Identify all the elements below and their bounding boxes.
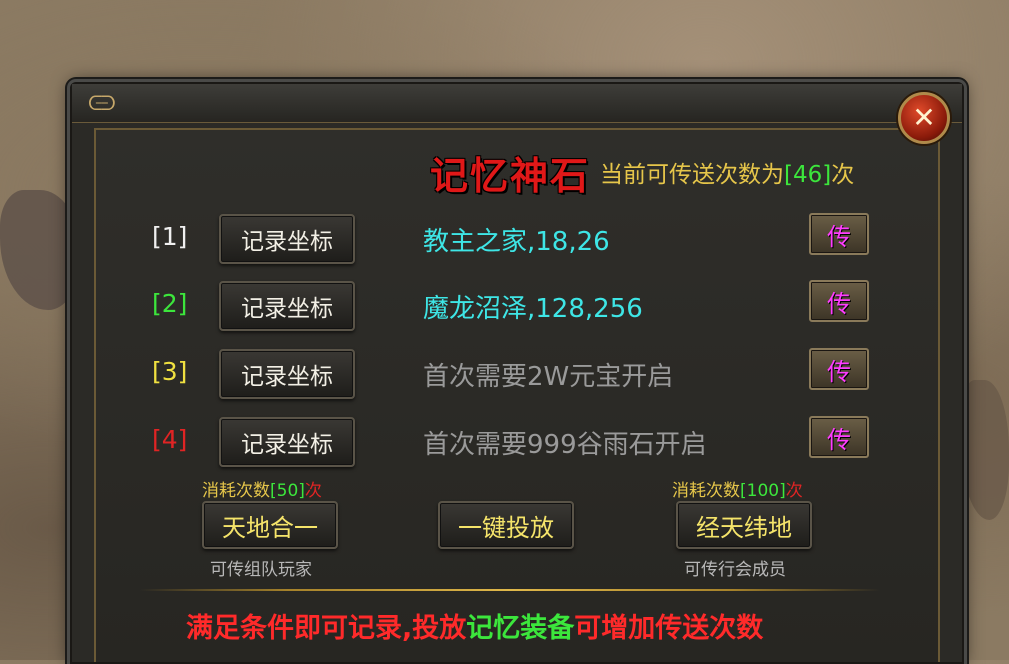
slot-index: [1] — [152, 222, 188, 251]
cost-label-left: 消耗次数[50]次 — [202, 476, 322, 501]
one-click-deploy-button[interactable]: 一键投放 — [438, 501, 574, 549]
teleport-button[interactable]: 传 — [809, 348, 869, 390]
info-suffix: 次 — [831, 162, 855, 188]
slot-index: [4] — [152, 425, 188, 454]
window-title: 记忆神石 — [430, 154, 591, 198]
cost-prefix: 消耗次数 — [202, 481, 270, 501]
close-icon: ✕ — [912, 101, 936, 134]
cost-suffix: 次 — [304, 481, 322, 501]
cost-label-right: 消耗次数[100]次 — [672, 476, 803, 501]
cost-number: [100] — [740, 481, 786, 501]
cost-suffix: 次 — [785, 481, 803, 501]
teleport-count: [46] — [784, 162, 832, 188]
slot-location: 首次需要2W元宝开启 — [423, 362, 674, 392]
record-coordinate-button[interactable]: 记录坐标 — [219, 281, 355, 331]
cost-number: [50] — [270, 481, 305, 501]
slot-location: 首次需要999谷雨石开启 — [423, 430, 707, 460]
background-rock — [960, 380, 1009, 520]
footer-part: 可增加传送次数 — [574, 613, 764, 644]
corner-ornament-icon: ᕮᕭ — [88, 91, 116, 115]
team-teleport-button[interactable]: 天地合一 — [202, 501, 338, 549]
footer-part: 满足条件即可记录,投放 — [186, 613, 467, 644]
slot-location: 魔龙沼泽,128,256 — [423, 294, 643, 324]
info-prefix: 当前可传送次数为 — [600, 162, 784, 188]
record-coordinate-button[interactable]: 记录坐标 — [219, 417, 355, 467]
footer-divider — [140, 589, 880, 591]
teleport-button[interactable]: 传 — [809, 416, 869, 458]
slot-index: [2] — [152, 289, 188, 318]
teleport-count-info: 当前可传送次数为[46]次 — [600, 155, 854, 189]
record-coordinate-button[interactable]: 记录坐标 — [219, 349, 355, 399]
footer-highlight: 记忆装备 — [466, 613, 575, 644]
close-button[interactable]: ✕ — [898, 92, 950, 144]
background-rock — [0, 190, 80, 310]
footer-tip: 满足条件即可记录,投放记忆装备可增加传送次数 — [186, 606, 763, 645]
teleport-button[interactable]: 传 — [809, 280, 869, 322]
teleport-button[interactable]: 传 — [809, 213, 869, 255]
guild-teleport-button[interactable]: 经天纬地 — [676, 501, 812, 549]
team-teleport-note: 可传组队玩家 — [210, 560, 312, 580]
title-bar[interactable]: ᕮᕭ — [72, 84, 962, 123]
record-coordinate-button[interactable]: 记录坐标 — [219, 214, 355, 264]
slot-location: 教主之家,18,26 — [423, 227, 610, 257]
cost-prefix: 消耗次数 — [672, 481, 740, 501]
slot-index: [3] — [152, 357, 188, 386]
guild-teleport-note: 可传行会成员 — [684, 560, 786, 580]
